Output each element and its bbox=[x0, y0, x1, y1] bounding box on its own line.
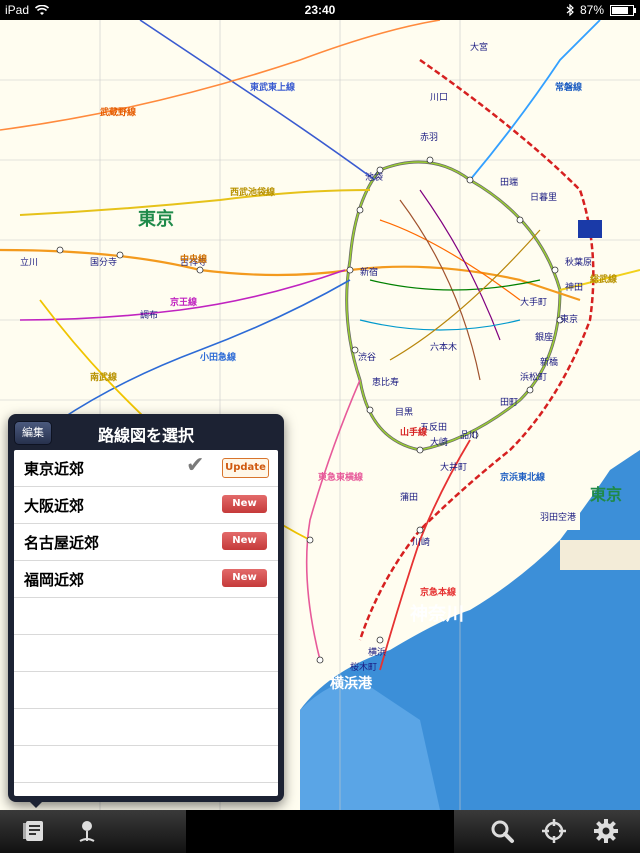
map-label-sobu: 総武線 bbox=[590, 273, 617, 285]
map-selection-popover: 路線図を選択 編集 東京近郊 ✔ Update 大阪近郊 New 名古屋近郊 N… bbox=[8, 414, 284, 808]
bluetooth-icon bbox=[566, 4, 574, 16]
status-right: 87% bbox=[566, 3, 636, 17]
toolbar-left bbox=[0, 810, 186, 853]
list-item-label: 東京近郊 bbox=[24, 460, 85, 478]
map-list: 東京近郊 ✔ Update 大阪近郊 New 名古屋近郊 New 福岡近郊 Ne… bbox=[14, 450, 278, 796]
current-location-icon[interactable] bbox=[539, 816, 569, 846]
map-label-kanda: 神田 bbox=[565, 281, 583, 293]
list-item-label: 名古屋近郊 bbox=[24, 534, 100, 552]
map-label-tabata: 田端 bbox=[500, 176, 518, 188]
battery-icon bbox=[610, 4, 636, 16]
list-item-tokyo[interactable]: 東京近郊 ✔ Update bbox=[14, 450, 278, 487]
map-label-keihin: 京浜東北線 bbox=[500, 471, 545, 483]
map-label-ebisu: 恵比寿 bbox=[372, 376, 399, 388]
map-label-tokyo-station: 東京 bbox=[560, 313, 578, 325]
map-label-akihabara: 秋葉原 bbox=[565, 256, 592, 268]
map-label-omiya: 大宮 bbox=[470, 41, 488, 53]
new-badge[interactable]: New bbox=[222, 532, 267, 550]
map-label-seibu: 西武池袋線 bbox=[230, 186, 275, 198]
map-label-nippori: 日暮里 bbox=[530, 191, 557, 203]
map-label-chuo-line: 中央線 bbox=[180, 253, 207, 265]
map-label-shinagawa: 品川 bbox=[460, 430, 478, 441]
map-label-tokyu: 東急東横線 bbox=[318, 471, 363, 483]
checkmark-icon: ✔ bbox=[186, 453, 205, 478]
map-label-shinbashi: 新橋 bbox=[540, 356, 558, 368]
map-label-otemachi: 大手町 bbox=[520, 296, 547, 308]
map-label-meguro: 目黒 bbox=[395, 407, 413, 418]
list-item-nagoya[interactable]: 名古屋近郊 New bbox=[14, 524, 278, 561]
search-icon[interactable] bbox=[487, 816, 517, 846]
map-label-chofu: 調布 bbox=[140, 309, 158, 321]
status-time: 23:40 bbox=[304, 3, 336, 17]
empty-row bbox=[14, 598, 278, 635]
map-label-tokyo-bay: 東京 bbox=[590, 485, 622, 504]
map-label-hamamatsucho: 浜松町 bbox=[520, 371, 547, 383]
toolbar-right bbox=[454, 810, 640, 853]
map-label-tokyo: 東京 bbox=[138, 208, 174, 230]
map-label-joban: 常磐線 bbox=[555, 81, 582, 93]
map-label-haneda: 羽田空港 bbox=[540, 511, 576, 523]
new-badge[interactable]: New bbox=[222, 569, 267, 587]
gear-icon[interactable] bbox=[591, 816, 621, 846]
map-label-musashino: 武蔵野線 bbox=[100, 106, 136, 118]
map-label-keikyu: 京急本線 bbox=[420, 586, 456, 598]
bottom-toolbar bbox=[0, 810, 640, 853]
new-badge[interactable]: New bbox=[222, 495, 267, 513]
status-bar: iPad 23:40 87% bbox=[0, 0, 640, 20]
map-label-kanagawa: 神奈川 bbox=[410, 603, 464, 625]
empty-row bbox=[14, 672, 278, 709]
empty-row bbox=[14, 709, 278, 746]
map-label-ginza: 銀座 bbox=[535, 331, 553, 343]
map-list-icon[interactable] bbox=[20, 816, 50, 846]
map-label-kawaguchi: 川口 bbox=[430, 93, 448, 103]
map-label-oimachi: 大井町 bbox=[440, 461, 467, 473]
popover-arrow bbox=[26, 798, 46, 808]
empty-row bbox=[14, 746, 278, 783]
map-label-osaki: 大崎 bbox=[430, 436, 448, 448]
map-label-nambu: 南武線 bbox=[90, 371, 117, 383]
popover-header: 路線図を選択 編集 bbox=[8, 414, 284, 450]
empty-row bbox=[14, 635, 278, 672]
list-item-osaka[interactable]: 大阪近郊 New bbox=[14, 487, 278, 524]
map-label-odakyu: 小田急線 bbox=[199, 351, 236, 363]
map-label-tamachi: 田町 bbox=[500, 397, 518, 408]
battery-percent: 87% bbox=[579, 3, 604, 17]
list-item-label: 福岡近郊 bbox=[24, 571, 85, 589]
map-label-yamanote-line: 山手線 bbox=[400, 426, 427, 438]
list-item-label: 大阪近郊 bbox=[24, 497, 85, 515]
map-label-kokubunji: 国分寺 bbox=[90, 257, 117, 268]
map-label-ikebukuro: 池袋 bbox=[365, 171, 383, 183]
map-label-yokohama: 横浜 bbox=[368, 646, 386, 658]
edit-button[interactable]: 編集 bbox=[14, 421, 52, 445]
map-label-keio: 京王線 bbox=[170, 296, 197, 308]
map-label-roppongi: 六本木 bbox=[430, 341, 457, 353]
map-label-yokohama-port: 横浜港 bbox=[330, 675, 373, 692]
map-label-akabane: 赤羽 bbox=[420, 132, 438, 143]
map-label-kamata: 蒲田 bbox=[400, 491, 418, 503]
update-badge[interactable]: Update bbox=[222, 458, 269, 478]
map-label-shibuya: 渋谷 bbox=[358, 351, 376, 363]
map-label-sakuragicho: 桜木町 bbox=[350, 661, 377, 673]
map-label-tachikawa: 立川 bbox=[20, 256, 38, 268]
list-item-fukuoka[interactable]: 福岡近郊 New bbox=[14, 561, 278, 598]
map-label-kawasaki: 川崎 bbox=[412, 536, 430, 548]
location-pin-icon[interactable] bbox=[72, 816, 102, 846]
map-label-shinjuku: 新宿 bbox=[360, 266, 378, 278]
map-label-tobu: 東武東上線 bbox=[250, 81, 295, 93]
